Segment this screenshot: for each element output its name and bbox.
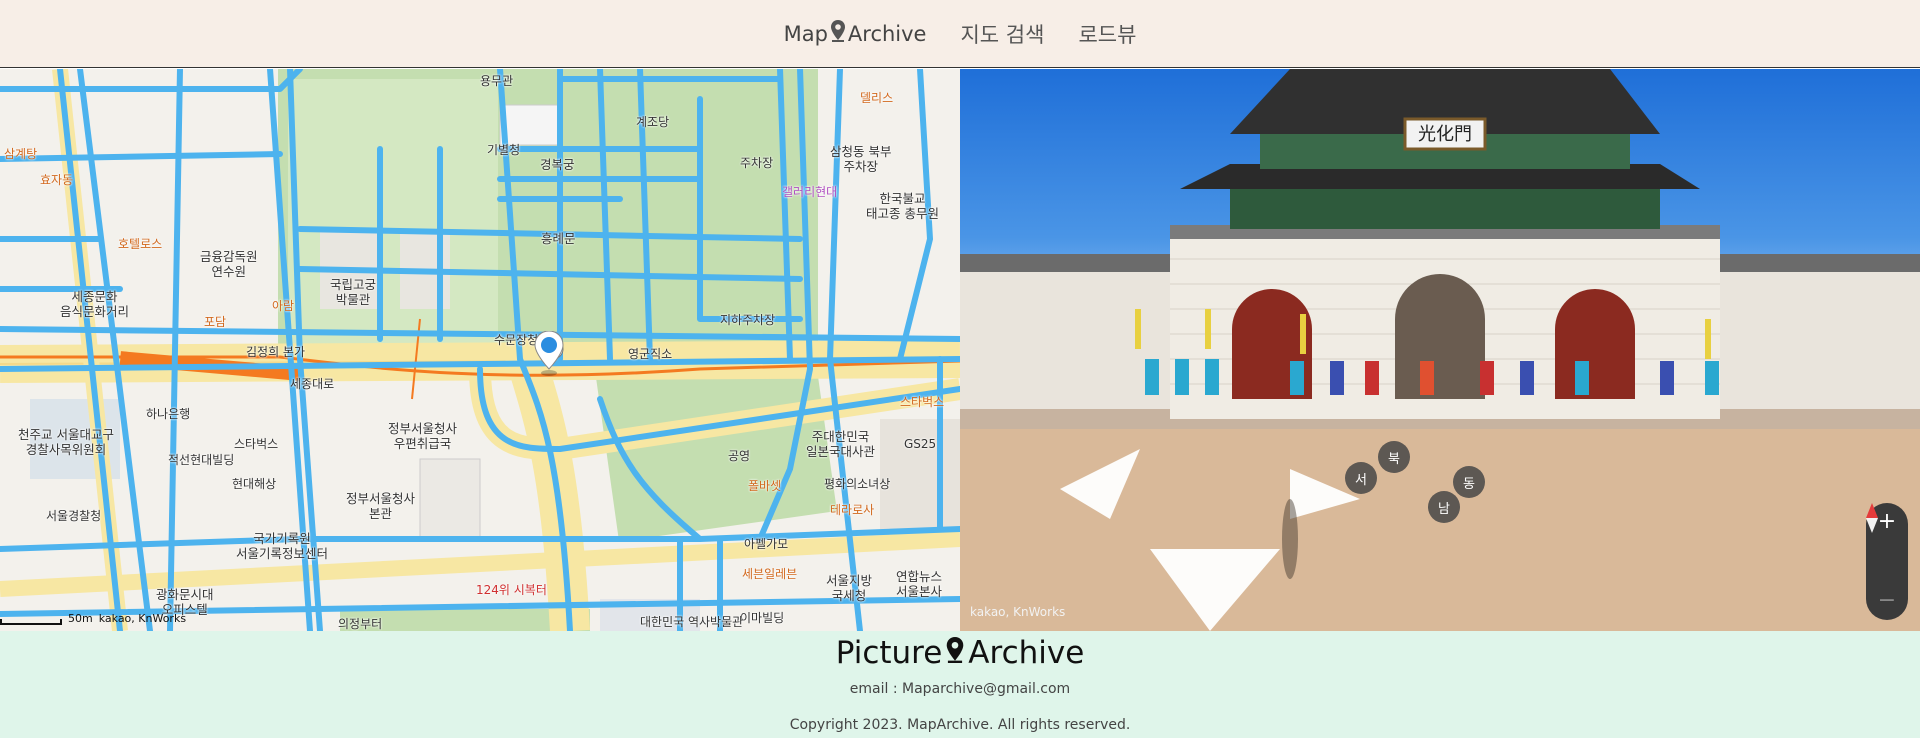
map-label: 세종대로 xyxy=(290,377,335,391)
nav-map-search[interactable]: 지도 검색 xyxy=(960,19,1044,49)
map-label: 124위 시복터 xyxy=(476,583,547,597)
footer-email: email : Maparchive@gmail.com xyxy=(849,681,1071,697)
map-scale: 50m kakao, KnWorks xyxy=(0,612,186,625)
map-label: 호텔로스 xyxy=(118,237,163,251)
footer-brand-right: Archive xyxy=(968,635,1085,671)
map-base-layer xyxy=(0,69,960,631)
map-label: 수문장청 xyxy=(494,333,539,347)
map-label: 하나은행 xyxy=(146,407,191,421)
map-label: 국가기록원 서울기록정보센터 xyxy=(236,531,329,561)
compass-icon[interactable] xyxy=(1866,503,1901,579)
map-credit: kakao, KnWorks xyxy=(98,612,187,625)
direction-north-button[interactable]: 북 xyxy=(1378,441,1410,473)
location-pin-icon xyxy=(946,635,964,671)
map-label: 서울지방 국세청 xyxy=(826,573,873,603)
map-label: 기별청 xyxy=(487,143,521,157)
brand-right-text: Archive xyxy=(847,21,927,46)
map-label: 금융감독원 연수원 xyxy=(200,249,258,279)
map-label: 정부서울청사 본관 xyxy=(346,491,416,521)
map-label: 세종문화 음식문화거리 xyxy=(60,289,130,319)
nav-roadview[interactable]: 로드뷰 xyxy=(1078,19,1136,49)
map-label: 테라로사 xyxy=(830,503,875,517)
gwanghwamun-scene: 光化門 xyxy=(960,69,1920,631)
footer: Picture Archive email : Maparchive@gmail… xyxy=(0,631,1920,738)
gate-sign-text: 光化門 xyxy=(1418,124,1472,145)
map-label: 국립고궁 박물관 xyxy=(330,277,377,307)
map-label: 영군직소 xyxy=(628,347,673,361)
map-label: 세븐일레븐 xyxy=(742,567,798,581)
map-label: 삼청동 북부 주차장 xyxy=(830,144,892,174)
kakao-map[interactable]: 용무관 경복궁 흥례문 기별청 계조당 국립고궁 박물관 주차장 지하주차장 영… xyxy=(0,69,960,631)
map-label: 의정부터 xyxy=(338,617,383,631)
zoom-out-button[interactable]: − xyxy=(1878,588,1896,614)
footer-brand-left: Picture xyxy=(835,635,943,671)
map-label: 현대해상 xyxy=(232,477,277,491)
direction-west-button[interactable]: 서 xyxy=(1345,462,1377,494)
roadview-zoom-control: + − xyxy=(1866,503,1908,620)
roadview-credit: kakao, KnWorks xyxy=(970,605,1066,619)
map-label: 아펠가모 xyxy=(744,537,789,551)
map-label: 계조당 xyxy=(636,115,670,129)
map-label: 델리스 xyxy=(860,91,894,105)
map-label: 용무관 xyxy=(480,74,514,88)
map-label: 공영 xyxy=(728,449,751,463)
map-label: 주대한민국 일본국대사관 xyxy=(806,429,876,459)
map-label: 지하주차장 xyxy=(720,313,776,327)
map-label: 효자동 xyxy=(40,173,74,187)
location-marker-icon[interactable] xyxy=(534,331,564,377)
map-label: 스타벅스 xyxy=(234,437,279,451)
map-label: 폴바셋 xyxy=(748,479,782,493)
map-label: 정부서울청사 우편취급국 xyxy=(388,421,458,451)
footer-brand: Picture Archive xyxy=(0,635,1920,671)
map-label: 천주교 서울대교구 경찰사목위원회 xyxy=(18,427,114,457)
roadview-panorama[interactable]: 光化門 북 서 동 남 + − kakao, KnWorks xyxy=(960,69,1920,631)
brand-left-text: Map xyxy=(783,21,828,46)
map-label: 갤러리현대 xyxy=(782,185,838,199)
zoom-in-button[interactable]: + xyxy=(1878,509,1896,535)
footer-copyright: Copyright 2023. MapArchive. All rights r… xyxy=(789,717,1131,733)
map-label: 흥례문 xyxy=(541,231,576,246)
map-label: GS25 xyxy=(904,437,937,451)
map-label: 평화의소녀상 xyxy=(824,477,891,491)
map-label: 적선현대빌딩 xyxy=(168,453,235,467)
map-label: 스타벅스 xyxy=(900,395,945,409)
brand-logo-link[interactable]: Map Archive xyxy=(783,20,927,47)
scale-bar xyxy=(0,619,62,625)
direction-south-button[interactable]: 남 xyxy=(1428,491,1460,523)
map-label: 대한민국 역사박물관 xyxy=(640,615,744,629)
location-pin-icon xyxy=(830,20,845,47)
map-label: 포담 xyxy=(204,315,227,329)
map-label: 김정희 본가 xyxy=(246,345,306,359)
scale-label: 50m xyxy=(68,612,93,625)
map-label: 한국불교 태고종 총무원 xyxy=(866,191,939,221)
map-label: 서울경찰청 xyxy=(46,509,102,523)
map-label: 이마빌딩 xyxy=(740,611,785,625)
map-label: 주차장 xyxy=(740,156,774,170)
top-navbar: Map Archive 지도 검색 로드뷰 xyxy=(0,0,1920,68)
map-label: 삼계탕 xyxy=(4,147,38,161)
map-label: 경복궁 xyxy=(540,157,575,172)
direction-east-button[interactable]: 동 xyxy=(1453,466,1485,498)
map-label: 연합뉴스 서울본사 xyxy=(896,569,943,599)
map-label: 아람 xyxy=(272,299,295,313)
